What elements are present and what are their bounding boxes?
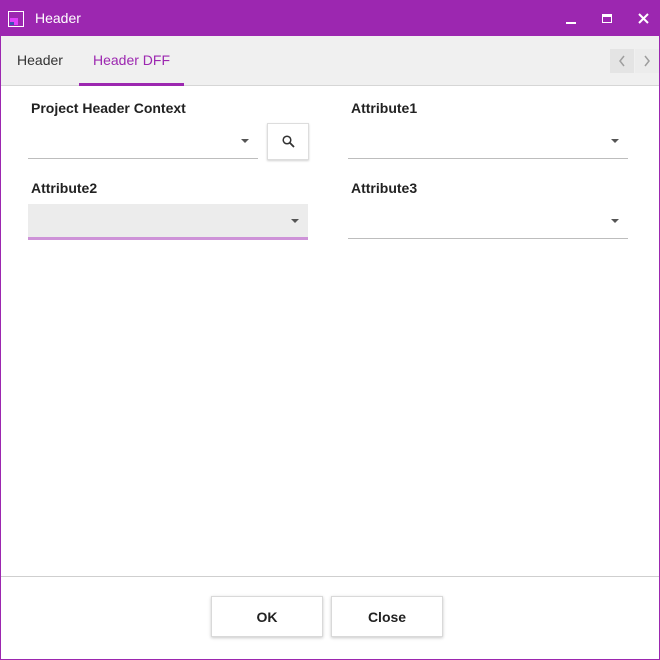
dropdown-arrow-icon: [611, 139, 619, 143]
tab-scroll-next-button[interactable]: [635, 49, 659, 73]
attribute2-combobox[interactable]: [28, 204, 308, 240]
close-icon: [637, 13, 649, 24]
attribute3-label: Attribute3: [351, 180, 418, 196]
minimize-button[interactable]: [553, 1, 589, 36]
search-button[interactable]: [267, 123, 309, 160]
maximize-button[interactable]: [589, 1, 625, 36]
ok-button[interactable]: OK: [211, 596, 323, 637]
tab-scroll-prev-button[interactable]: [610, 49, 634, 73]
tab-header[interactable]: Header: [5, 36, 75, 86]
dialog-window: Header Header Header DFF Project Header: [0, 0, 660, 660]
attribute1-combobox[interactable]: [348, 123, 628, 159]
close-button[interactable]: Close: [331, 596, 443, 637]
window-title: Header: [35, 10, 81, 26]
chevron-left-icon: [619, 55, 625, 67]
attribute2-label: Attribute2: [31, 180, 98, 196]
dropdown-arrow-icon: [611, 219, 619, 223]
footer-divider: [1, 576, 659, 577]
search-icon: [281, 135, 295, 148]
minimize-icon: [566, 21, 576, 24]
project-header-context-label: Project Header Context: [31, 100, 186, 116]
dropdown-arrow-icon: [291, 219, 299, 223]
title-bar[interactable]: Header: [1, 1, 659, 36]
tab-bar: Header Header DFF: [1, 36, 659, 86]
maximize-icon: [602, 14, 612, 23]
tab-header-dff[interactable]: Header DFF: [79, 36, 184, 86]
project-header-context-combobox[interactable]: [28, 123, 258, 159]
chevron-right-icon: [644, 55, 650, 67]
attribute3-combobox[interactable]: [348, 203, 628, 239]
app-icon: [8, 11, 24, 27]
attribute1-label: Attribute1: [351, 100, 418, 116]
close-window-button[interactable]: [625, 1, 660, 36]
dropdown-arrow-icon: [241, 139, 249, 143]
